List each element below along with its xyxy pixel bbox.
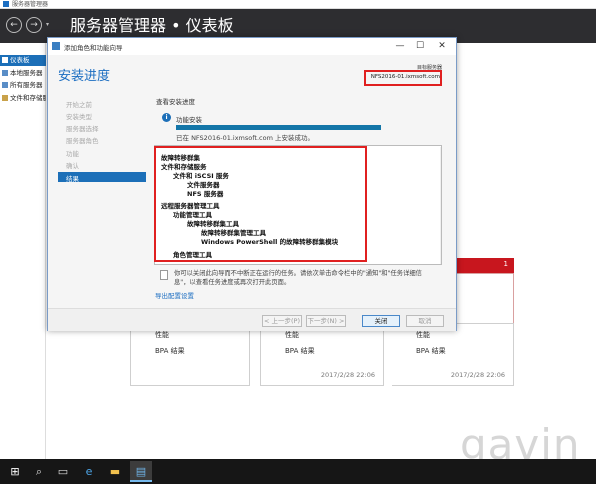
- dashboard-icon: [2, 57, 8, 63]
- sidebar-item-all-servers[interactable]: 所有服务器: [0, 80, 46, 91]
- tile-performance[interactable]: 性能: [155, 330, 169, 340]
- server-manager-sidebar: 仪表板 本地服务器 所有服务器 文件和存储服务: [0, 43, 46, 459]
- back-button[interactable]: ←: [6, 17, 22, 33]
- step-server-roles: 服务器角色: [66, 137, 99, 145]
- install-progress-fill: [176, 125, 381, 130]
- maximize-button[interactable]: ☐: [410, 40, 430, 53]
- sidebar-item-local-server[interactable]: 本地服务器: [0, 68, 46, 79]
- step-installation-type: 安装类型: [66, 113, 92, 121]
- sidebar-item-label: 所有服务器: [10, 81, 43, 89]
- wizard-title: 添加角色和功能向导: [64, 44, 123, 52]
- alert-count: 1: [503, 260, 508, 268]
- wizard-titlebar: 添加角色和功能向导 — ☐ ✕: [48, 38, 456, 55]
- close-window-button[interactable]: ✕: [432, 40, 452, 53]
- add-roles-wizard: 添加角色和功能向导 — ☐ ✕ 安装进度 目标服务器 NFS2016-01.ix…: [47, 37, 457, 331]
- dashboard-tile[interactable]: 性能 BPA 结果 2017/2/28 22:06: [260, 323, 384, 386]
- install-progress-bar: [176, 125, 381, 130]
- step-results[interactable]: 结果: [58, 172, 146, 183]
- start-windows-icon[interactable]: ⊞: [4, 461, 26, 482]
- tile-bpa-results[interactable]: BPA 结果: [416, 346, 446, 356]
- servers-icon: [2, 82, 8, 88]
- tile-timestamp: 2017/2/28 22:06: [320, 371, 375, 379]
- note-document-icon: [160, 270, 168, 280]
- wizard-app-icon: [52, 42, 60, 50]
- previous-button[interactable]: < 上一步(P): [262, 315, 302, 327]
- next-button[interactable]: 下一步(N) >: [306, 315, 346, 327]
- results-pane: 查看安装进度 i 功能安装 已在 NFS2016-01.ixmsoft.com …: [149, 90, 448, 312]
- taskbar: ⊞ ⌕ ▭ e ▬ ▤: [0, 459, 596, 484]
- step-results-label: 结果: [66, 175, 79, 183]
- storage-icon: [2, 95, 8, 101]
- step-features: 功能: [66, 150, 79, 158]
- server-manager-app-icon: [3, 1, 9, 7]
- forward-button[interactable]: →: [26, 17, 42, 33]
- results-highlight: [154, 146, 367, 262]
- history-dropdown-icon[interactable]: ▾: [46, 21, 49, 28]
- tile-bpa-results[interactable]: BPA 结果: [285, 346, 315, 356]
- page-title: 服务器管理器 • 仪表板: [70, 16, 234, 35]
- sidebar-item-file-storage[interactable]: 文件和存储服务: [0, 93, 46, 104]
- dashboard-tile[interactable]: 性能 BPA 结果 2017/2/28 22:06: [392, 323, 514, 386]
- tile-timestamp: 2017/2/28 22:06: [450, 371, 505, 379]
- tile-performance[interactable]: 性能: [416, 330, 430, 340]
- feature-install-label: 功能安装: [176, 116, 202, 124]
- list-scrollbar[interactable]: [440, 147, 442, 264]
- list-scroll-thumb[interactable]: [441, 154, 442, 234]
- close-button[interactable]: 关闭: [362, 315, 400, 327]
- cancel-button[interactable]: 取消: [406, 315, 444, 327]
- export-config-link[interactable]: 导出配置设置: [155, 290, 194, 300]
- edge-browser-icon[interactable]: e: [78, 461, 100, 482]
- install-status-text: 已在 NFS2016-01.ixmsoft.com 上安装成功。: [176, 134, 314, 142]
- search-icon[interactable]: ⌕: [28, 461, 50, 482]
- target-server-name: NFS2016-01.ixmsoft.com: [370, 74, 440, 80]
- step-confirmation: 确认: [66, 162, 79, 170]
- file-explorer-icon[interactable]: ▬: [104, 461, 126, 482]
- wizard-footer: < 上一步(P) 下一步(N) > 关闭 取消: [48, 308, 456, 331]
- server-manager-taskbar-icon[interactable]: ▤: [130, 461, 152, 482]
- server-manager-titlebar: 服务器管理器: [0, 0, 596, 9]
- dashboard-tile[interactable]: 性能 BPA 结果: [130, 323, 250, 386]
- info-icon: i: [162, 113, 171, 122]
- tile-performance[interactable]: 性能: [285, 330, 299, 340]
- sidebar-item-label: 本地服务器: [10, 69, 43, 77]
- tile-bpa-results[interactable]: BPA 结果: [155, 346, 185, 356]
- wizard-heading: 安装进度: [58, 69, 111, 84]
- server-manager-window-title: 服务器管理器: [12, 1, 49, 8]
- task-view-icon[interactable]: ▭: [52, 461, 74, 482]
- view-progress-label: 查看安装进度: [156, 98, 195, 106]
- sidebar-item-label: 文件和存储服务: [10, 94, 46, 102]
- minimize-button[interactable]: —: [390, 40, 410, 53]
- sidebar-item-dashboard[interactable]: 仪表板: [0, 55, 46, 66]
- step-server-selection: 服务器选择: [66, 125, 99, 133]
- step-before-you-begin: 开始之前: [66, 101, 92, 109]
- server-icon: [2, 70, 8, 76]
- background-note: 你可以关闭此向导而不中断正在运行的任务。请依次单击命令栏中的"通知"和"任务详细…: [174, 270, 422, 286]
- sidebar-item-label: 仪表板: [10, 56, 30, 64]
